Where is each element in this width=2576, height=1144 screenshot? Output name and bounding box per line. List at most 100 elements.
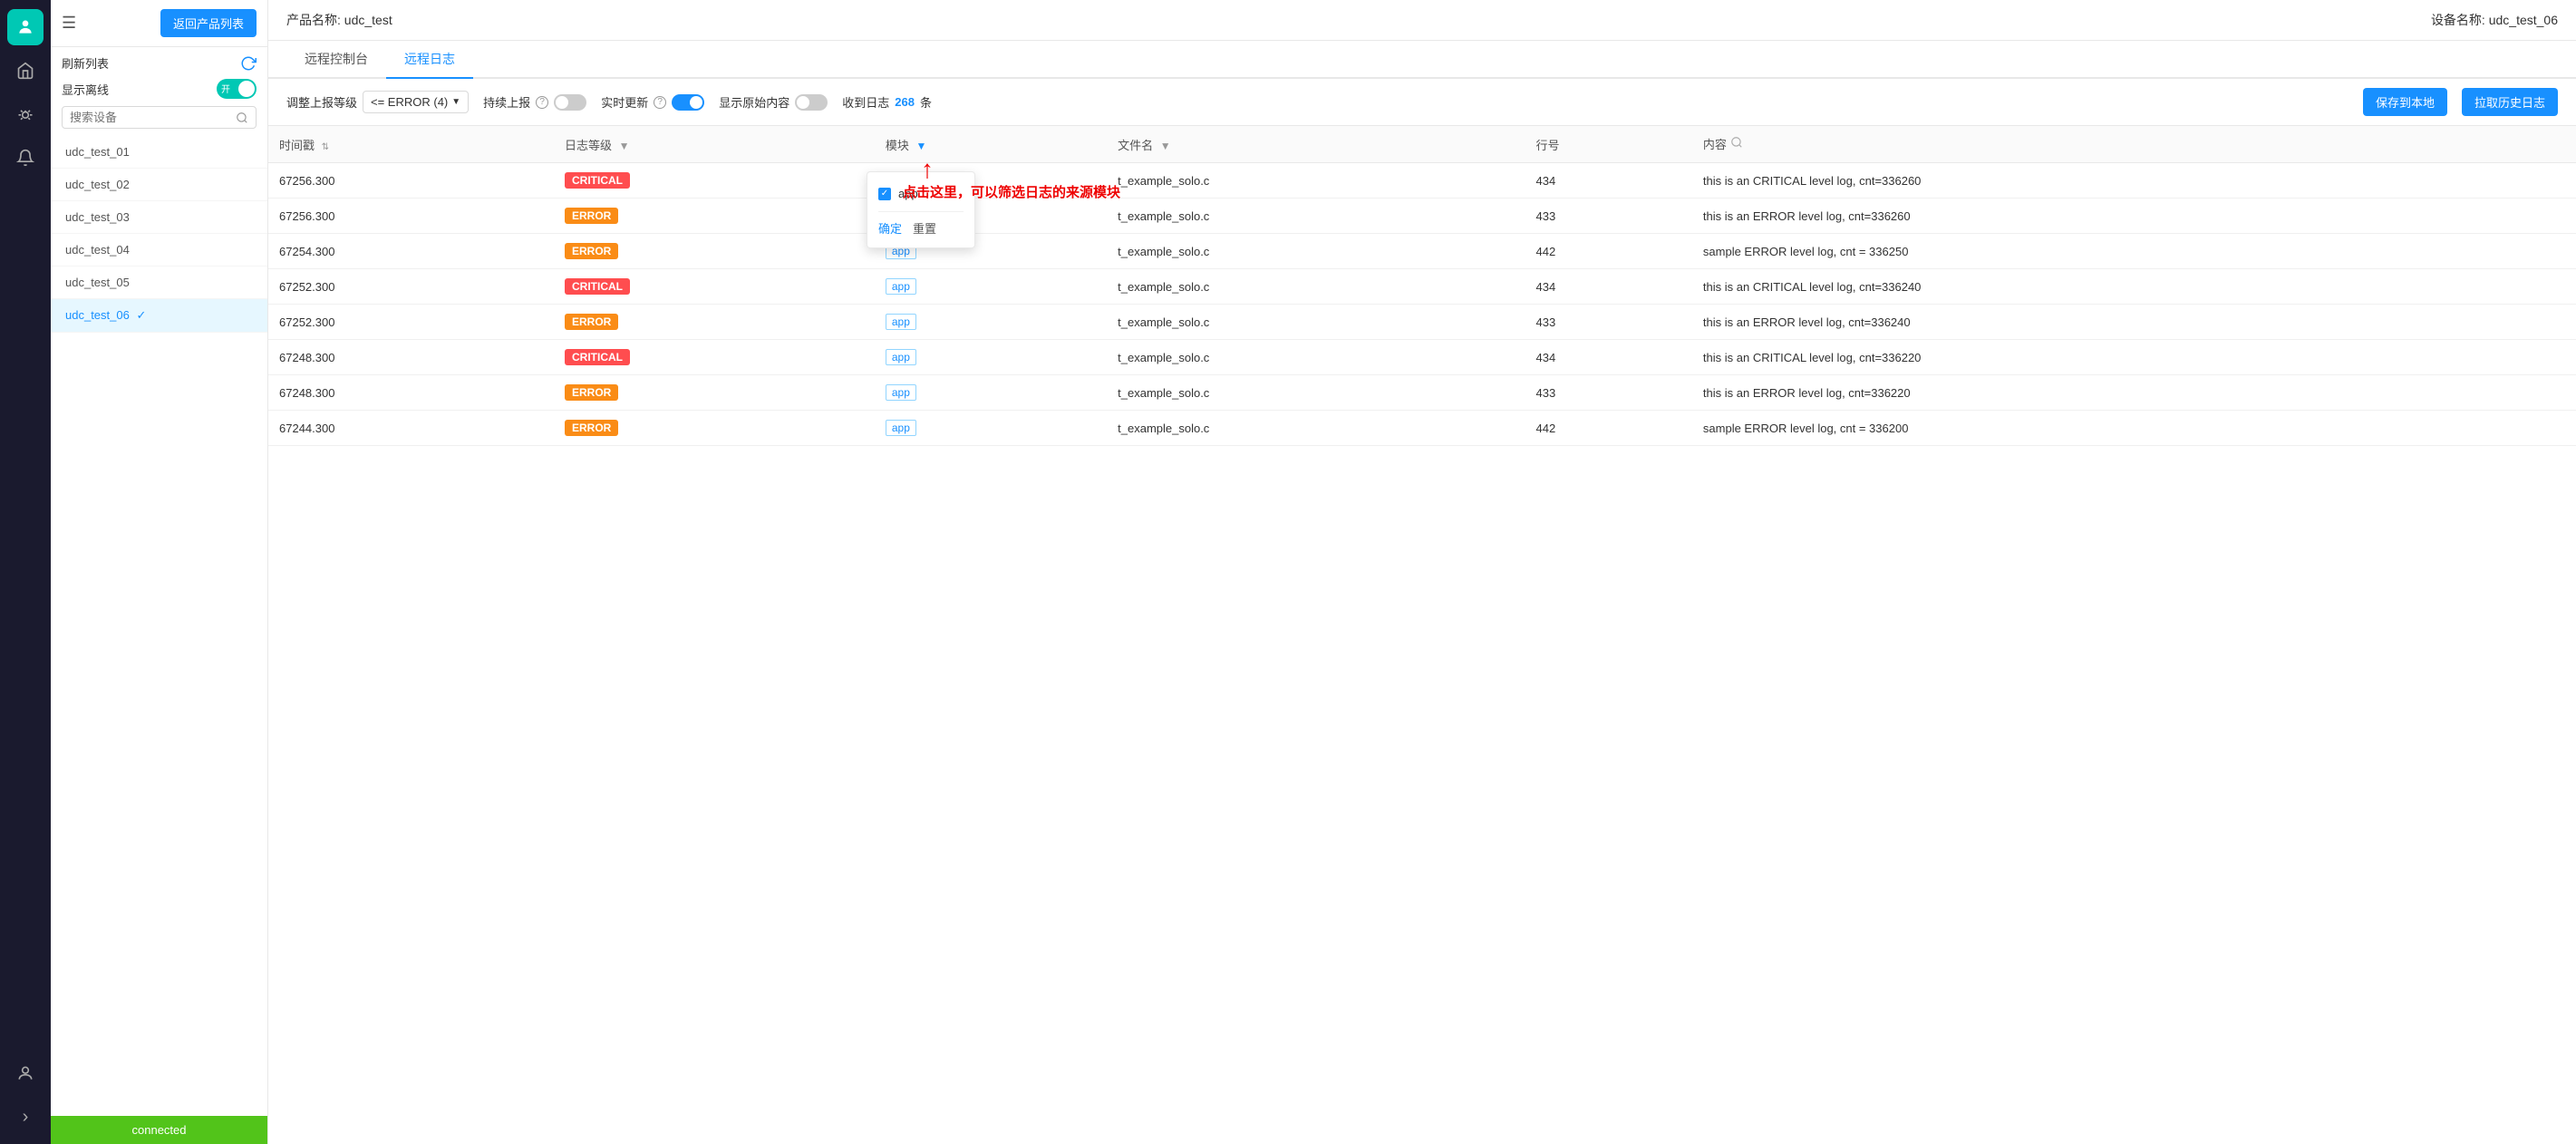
sort-timestamp-icon[interactable]: ⇅ — [322, 142, 329, 152]
module-tag: app — [886, 278, 916, 295]
sidebar-icons: › — [0, 0, 51, 1144]
chevron-down-icon: ▼ — [451, 97, 460, 107]
level-option-text: <= ERROR (4) — [371, 95, 448, 109]
device-item[interactable]: udc_test_02 — [51, 169, 267, 201]
filter-popup-actions: 确定 重置 — [878, 211, 964, 237]
log-table: 时间戳 ⇅ 日志等级 ▼ 模块 ▼ 文件名 ▼ — [268, 126, 2576, 446]
refresh-icon[interactable] — [240, 55, 257, 72]
cell-module: app — [875, 269, 1107, 305]
show-offline-label: 显示离线 — [62, 81, 109, 98]
device-name: 设备名称: udc_test_06 — [2431, 11, 2558, 29]
cell-timestamp: 67254.300 — [268, 234, 554, 269]
realtime-toggle[interactable] — [672, 94, 704, 111]
th-filename: 文件名 ▼ — [1107, 126, 1525, 163]
sidebar-item-bug[interactable] — [7, 96, 44, 132]
device-item[interactable]: udc_test_04 — [51, 234, 267, 267]
cell-timestamp: 67244.300 — [268, 411, 554, 446]
toggle-state-label: 开 — [221, 82, 230, 95]
filter-filename-icon[interactable]: ▼ — [1160, 140, 1171, 152]
cell-level: ERROR — [554, 199, 875, 234]
cell-filename: t_example_solo.c — [1107, 340, 1525, 375]
th-level: 日志等级 ▼ — [554, 126, 875, 163]
cell-level: CRITICAL — [554, 340, 875, 375]
tabs-bar: 远程控制台 远程日志 — [268, 41, 2576, 79]
cell-filename: t_example_solo.c — [1107, 305, 1525, 340]
continuous-help-icon[interactable]: ? — [536, 96, 548, 109]
filter-module-icon[interactable]: ▼ — [915, 140, 926, 152]
cell-content: this is an ERROR level log, cnt=336220 — [1692, 375, 2576, 411]
module-tag: app — [886, 420, 916, 436]
level-badge-critical: CRITICAL — [565, 278, 630, 295]
content-search-icon[interactable] — [1730, 137, 1743, 152]
filter-level-icon[interactable]: ▼ — [619, 140, 630, 152]
cell-content: sample ERROR level log, cnt = 336250 — [1692, 234, 2576, 269]
sidebar-item-bell[interactable] — [7, 140, 44, 176]
level-badge-error: ERROR — [565, 208, 618, 224]
table-row: 67252.300 ERROR app t_example_solo.c 433… — [268, 305, 2576, 340]
search-input[interactable] — [70, 111, 230, 124]
cell-level: ERROR — [554, 305, 875, 340]
cell-content: this is an ERROR level log, cnt=336240 — [1692, 305, 2576, 340]
cell-content: this is an CRITICAL level log, cnt=33622… — [1692, 340, 2576, 375]
cell-content: this is an CRITICAL level log, cnt=33626… — [1692, 163, 2576, 199]
table-row: 67254.300 ERROR app t_example_solo.c 442… — [268, 234, 2576, 269]
cell-line: 434 — [1525, 340, 1692, 375]
continuous-toggle[interactable] — [554, 94, 586, 111]
show-offline-row: 显示离线 开 — [62, 79, 257, 99]
main-content: 产品名称: udc_test 设备名称: udc_test_06 远程控制台 远… — [268, 0, 2576, 1144]
continuous-label: 持续上报 — [483, 93, 530, 111]
save-button[interactable]: 保存到本地 — [2363, 88, 2447, 116]
table-row: 67244.300 ERROR app t_example_solo.c 442… — [268, 411, 2576, 446]
cell-filename: t_example_solo.c — [1107, 269, 1525, 305]
module-tag: app — [886, 384, 916, 401]
filter-confirm-button[interactable]: 确定 — [878, 219, 902, 237]
level-badge-critical: CRITICAL — [565, 349, 630, 365]
realtime-help-icon[interactable]: ? — [654, 96, 666, 109]
left-panel: ☰ 返回产品列表 刷新列表 显示离线 开 udc_test_01 udc_tes… — [51, 0, 268, 1144]
sidebar-item-home[interactable] — [7, 53, 44, 89]
show-raw-toggle[interactable] — [795, 94, 828, 111]
cell-line: 434 — [1525, 163, 1692, 199]
cell-level: ERROR — [554, 375, 875, 411]
device-item[interactable]: udc_test_05 — [51, 267, 267, 299]
fetch-button[interactable]: 拉取历史日志 — [2462, 88, 2558, 116]
device-list: udc_test_01 udc_test_02 udc_test_03 udc_… — [51, 136, 267, 1116]
device-item-active[interactable]: udc_test_06 ✓ — [51, 299, 267, 333]
table-row: 67256.300 CRITICAL app t_example_solo.c … — [268, 163, 2576, 199]
checkbox-app[interactable]: ✓ — [878, 188, 891, 200]
sidebar-item-user-bottom[interactable] — [7, 1055, 44, 1091]
table-body: 67256.300 CRITICAL app t_example_solo.c … — [268, 163, 2576, 446]
sidebar-item-expand[interactable]: › — [7, 1099, 44, 1135]
search-icon — [236, 111, 248, 124]
refresh-row: 刷新列表 — [62, 54, 257, 72]
cell-module: app — [875, 375, 1107, 411]
realtime-item: 实时更新 ? — [601, 93, 704, 111]
show-offline-toggle[interactable]: 开 — [217, 79, 257, 99]
filter-popup-item-app[interactable]: ✓ app — [878, 183, 964, 204]
search-box — [62, 106, 257, 129]
cell-timestamp: 67256.300 — [268, 199, 554, 234]
sidebar-item-person[interactable] — [7, 9, 44, 45]
received-count: 268 — [895, 95, 915, 109]
level-select[interactable]: <= ERROR (4) ▼ — [363, 91, 469, 113]
cell-line: 434 — [1525, 269, 1692, 305]
device-item[interactable]: udc_test_01 — [51, 136, 267, 169]
filter-reset-button[interactable]: 重置 — [913, 219, 936, 237]
table-row: 67256.300 ERROR app t_example_solo.c 433… — [268, 199, 2576, 234]
left-panel-actions: 刷新列表 显示离线 开 — [51, 47, 267, 136]
tab-remote-log[interactable]: 远程日志 — [386, 41, 473, 79]
adjust-level-item: 调整上报等级 <= ERROR (4) ▼ — [286, 91, 469, 113]
level-badge-error: ERROR — [565, 314, 618, 330]
tab-remote-control[interactable]: 远程控制台 — [286, 41, 386, 79]
table-header-row: 时间戳 ⇅ 日志等级 ▼ 模块 ▼ 文件名 ▼ — [268, 126, 2576, 163]
device-item[interactable]: udc_test_03 — [51, 201, 267, 234]
cell-line: 442 — [1525, 411, 1692, 446]
cell-line: 433 — [1525, 199, 1692, 234]
menu-icon[interactable]: ☰ — [62, 14, 76, 33]
back-button[interactable]: 返回产品列表 — [160, 9, 257, 37]
cell-timestamp: 67248.300 — [268, 340, 554, 375]
level-badge-error: ERROR — [565, 384, 618, 401]
th-timestamp: 时间戳 ⇅ — [268, 126, 554, 163]
level-badge-critical: CRITICAL — [565, 172, 630, 189]
cell-level: ERROR — [554, 234, 875, 269]
